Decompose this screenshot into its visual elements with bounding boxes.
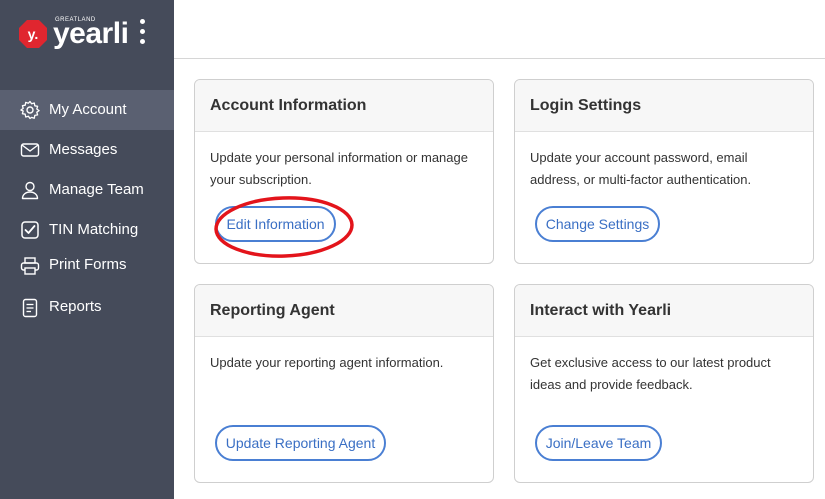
card-title: Account Information bbox=[210, 97, 367, 114]
gear-icon bbox=[20, 100, 40, 120]
card-header: Reporting Agent bbox=[195, 285, 493, 337]
sidebar-item-label: Messages bbox=[49, 141, 118, 158]
card-header: Account Information bbox=[195, 80, 493, 132]
sidebar-nav: My Account Messages Manage Team TIN Matc… bbox=[0, 90, 174, 330]
sidebar-item-tin-matching[interactable]: TIN Matching bbox=[0, 210, 174, 250]
sidebar-item-my-account[interactable]: My Account bbox=[0, 90, 174, 130]
card-header: Interact with Yearli bbox=[515, 285, 813, 337]
sidebar-item-label: TIN Matching bbox=[49, 221, 139, 238]
printer-icon bbox=[20, 257, 40, 275]
sidebar-item-manage-team[interactable]: Manage Team bbox=[0, 170, 174, 210]
more-options-icon[interactable] bbox=[137, 19, 147, 45]
change-settings-button[interactable]: Change Settings bbox=[535, 206, 660, 242]
sidebar-item-label: Manage Team bbox=[49, 181, 144, 198]
logo[interactable]: y. GREATLAND yearli bbox=[0, 0, 174, 60]
user-icon bbox=[21, 181, 39, 200]
card-header: Login Settings bbox=[515, 80, 813, 132]
card-title: Reporting Agent bbox=[210, 302, 335, 319]
card-description: Get exclusive access to our latest produ… bbox=[530, 355, 771, 392]
sidebar-item-label: Print Forms bbox=[49, 256, 127, 273]
edit-information-button[interactable]: Edit Information bbox=[215, 206, 336, 242]
sidebar: y. GREATLAND yearli My Account Messages bbox=[0, 0, 174, 499]
yearli-logo-icon: y. bbox=[19, 20, 47, 48]
card-description: Update your reporting agent information. bbox=[210, 355, 444, 370]
card-title: Login Settings bbox=[530, 97, 642, 114]
card-description: Update your personal information or mana… bbox=[210, 150, 468, 187]
sidebar-item-label: My Account bbox=[49, 101, 127, 118]
checkbox-icon bbox=[21, 221, 39, 239]
sidebar-item-print-forms[interactable]: Print Forms bbox=[0, 250, 174, 290]
join-leave-team-button[interactable]: Join/Leave Team bbox=[535, 425, 662, 461]
sidebar-item-label: Reports bbox=[49, 298, 102, 315]
svg-text:y.: y. bbox=[28, 26, 39, 42]
login-settings-card: Login Settings Update your account passw… bbox=[514, 79, 814, 264]
sidebar-item-messages[interactable]: Messages bbox=[0, 130, 174, 170]
document-icon bbox=[22, 298, 38, 318]
brand-name: yearli bbox=[53, 17, 129, 50]
interact-with-yearli-card: Interact with Yearli Get exclusive acces… bbox=[514, 284, 814, 483]
card-description: Update your account password, email addr… bbox=[530, 150, 752, 187]
sidebar-item-reports[interactable]: Reports bbox=[0, 290, 174, 330]
account-information-card: Account Information Update your personal… bbox=[194, 79, 494, 264]
card-title: Interact with Yearli bbox=[530, 302, 672, 319]
top-bar bbox=[174, 0, 825, 59]
envelope-icon bbox=[20, 143, 40, 157]
update-reporting-agent-button[interactable]: Update Reporting Agent bbox=[215, 425, 386, 461]
reporting-agent-card: Reporting Agent Update your reporting ag… bbox=[194, 284, 494, 483]
